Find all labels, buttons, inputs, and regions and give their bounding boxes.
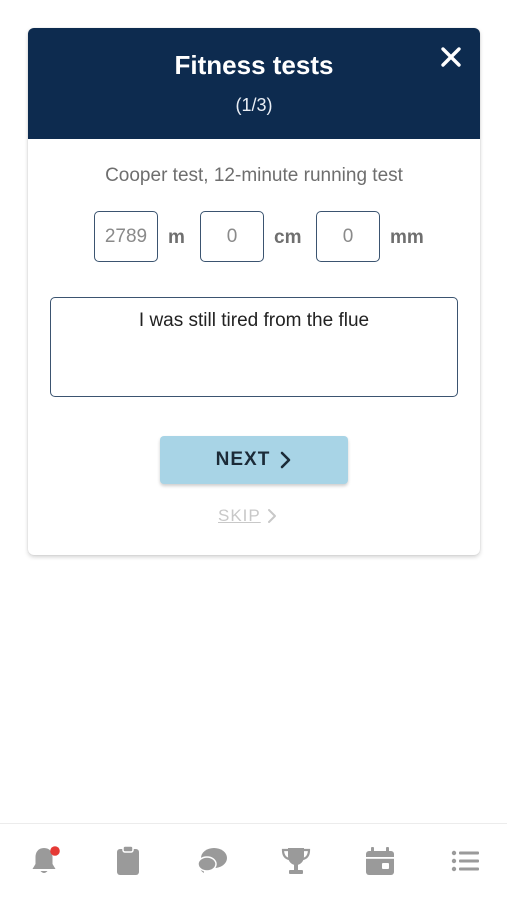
trophy-icon (281, 848, 311, 874)
calendar-icon (366, 847, 394, 875)
skip-link[interactable]: SKIP (218, 504, 290, 528)
test-name: Cooper test, 12-minute running test (105, 165, 403, 186)
fitness-test-dialog: Fitness tests (1/3) Cooper test, 12-minu… (28, 28, 480, 555)
dialog-title: Fitness tests (174, 50, 334, 80)
notification-dot (50, 846, 60, 856)
nav-achievements[interactable] (279, 844, 313, 878)
dialog-header: Fitness tests (1/3) (28, 28, 480, 139)
next-button[interactable]: NEXT (160, 436, 348, 484)
comment-field[interactable]: I was still tired from the flue (50, 297, 458, 397)
clipboard-icon (117, 845, 139, 875)
chat-icon (197, 848, 227, 873)
skip-link-label: SKIP (218, 506, 261, 525)
bottom-navigation (0, 823, 507, 901)
millimeters-input[interactable] (316, 211, 380, 262)
nav-calendar[interactable] (363, 844, 397, 878)
nav-messages[interactable] (195, 844, 229, 878)
millimeters-unit-label: mm (390, 227, 424, 248)
nav-tasks[interactable] (111, 844, 145, 878)
close-button[interactable] (436, 42, 466, 72)
next-button-label: NEXT (215, 449, 271, 470)
chevron-right-icon (267, 509, 276, 523)
meters-unit-label: m (168, 227, 185, 248)
nav-notifications[interactable] (27, 844, 61, 878)
dialog-step-indicator: (1/3) (235, 95, 273, 115)
centimeters-input[interactable] (200, 211, 264, 262)
meters-input[interactable] (94, 211, 158, 262)
chevron-right-icon (281, 451, 291, 469)
menu-list-icon (451, 850, 479, 872)
nav-menu[interactable] (449, 844, 483, 878)
close-icon (441, 47, 461, 67)
centimeters-unit-label: cm (274, 227, 302, 248)
bell-icon (32, 846, 60, 873)
